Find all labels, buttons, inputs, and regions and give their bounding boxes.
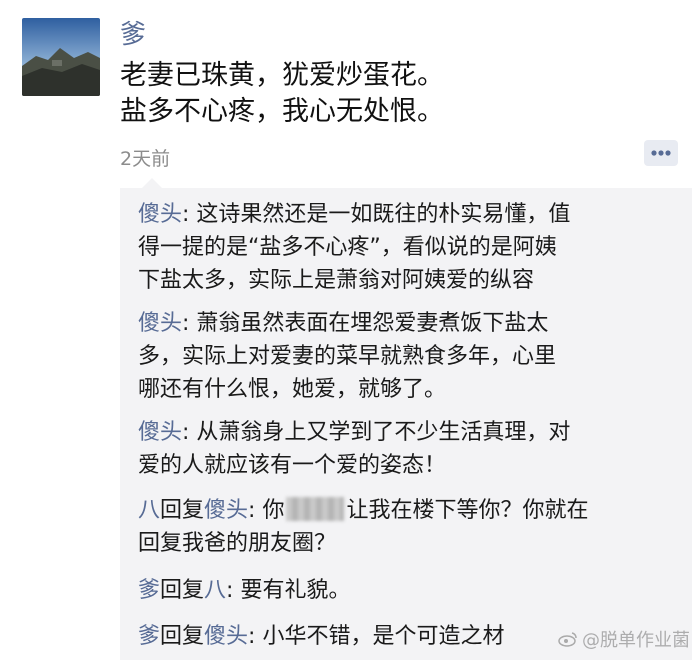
comment-dots-icon (651, 150, 671, 156)
comment-item[interactable]: 傻头: 萧翁虽然表面在埋怨爱妻煮饭下盐太 多，实际上对爱妻的菜早就熟食多年，心里… (138, 307, 678, 406)
comment-text: 多，实际上对爱妻的菜早就熟食多年，心里 (138, 344, 557, 369)
post-text: 老妻已珠黄，犹爱炒蛋花。 盐多不心疼，我心无处恨。 (120, 58, 444, 130)
comment-action-button[interactable] (644, 140, 678, 166)
reply-word: 回复 (160, 578, 205, 603)
post-author-name[interactable]: 爹 (120, 14, 146, 51)
commenter-name[interactable]: 爹 (138, 578, 160, 603)
comments-section: 傻头: 这诗果然还是一如既往的朴实易懂，值 得一提的是“盐多不心疼”，看似说的是… (120, 178, 692, 660)
post-line: 盐多不心疼，我心无处恨。 (120, 96, 444, 127)
comment-text: 这诗果然还是一如既往的朴实易懂，值 (196, 202, 571, 227)
commenter-name[interactable]: 八 (138, 498, 160, 523)
comment-text: 得一提的是“盐多不心疼”，看似说的是阿姨 (138, 235, 557, 260)
comment-text: 回复我爸的朋友圈？ (138, 531, 337, 556)
commenter-name[interactable]: 傻头 (138, 202, 182, 227)
commenter-name[interactable]: 傻头 (138, 420, 182, 445)
weibo-logo-icon (558, 632, 577, 647)
reply-target-name[interactable]: 八 (204, 578, 226, 603)
comment-text: 从萧翁身上又学到了不少生活真理，对 (196, 420, 571, 445)
avatar[interactable] (22, 18, 100, 96)
reply-target-name[interactable]: 傻头 (204, 498, 248, 523)
reply-word: 回复 (160, 498, 205, 523)
comment-text: 爱的人就应该有一个爱的姿态！ (138, 453, 447, 478)
commenter-name[interactable]: 爹 (138, 624, 160, 649)
censored-blur (286, 497, 345, 521)
reply-word: 回复 (160, 624, 205, 649)
commenter-name[interactable]: 傻头 (138, 311, 182, 336)
comment-text: 小华不错，是个可造之材 (262, 624, 505, 649)
comment-text: 要有礼貌。 (240, 578, 351, 603)
comment-reply-item[interactable]: 八回复傻头: 你让我在楼下等你？你就在 回复我爸的朋友圈？ (138, 494, 678, 560)
reply-target-name[interactable]: 傻头 (204, 624, 248, 649)
comment-item[interactable]: 傻头: 从萧翁身上又学到了不少生活真理，对 爱的人就应该有一个爱的姿态！ (138, 416, 678, 482)
comment-item[interactable]: 傻头: 这诗果然还是一如既往的朴实易懂，值 得一提的是“盐多不心疼”，看似说的是… (138, 198, 678, 297)
comment-text: 哪还有什么恨，她爱，就够了。 (138, 377, 447, 402)
comment-text: 萧翁虽然表面在埋怨爱妻煮饭下盐太 (196, 311, 549, 336)
avatar-image (22, 18, 100, 96)
comment-text: 你 (262, 498, 285, 523)
comment-text: 下盐太多，实际上是萧翁对阿姨爱的纵容 (138, 268, 535, 293)
comment-reply-item[interactable]: 爹回复八: 要有礼貌。 (138, 574, 678, 607)
watermark-text: @脱单作业菌 (582, 630, 690, 651)
post-line: 老妻已珠黄，犹爱炒蛋花。 (120, 60, 444, 91)
comment-text: 让我在楼下等你？你就在 (346, 498, 589, 523)
watermark: @脱单作业菌 (558, 626, 690, 652)
post-timestamp: 2天前 (120, 148, 171, 170)
